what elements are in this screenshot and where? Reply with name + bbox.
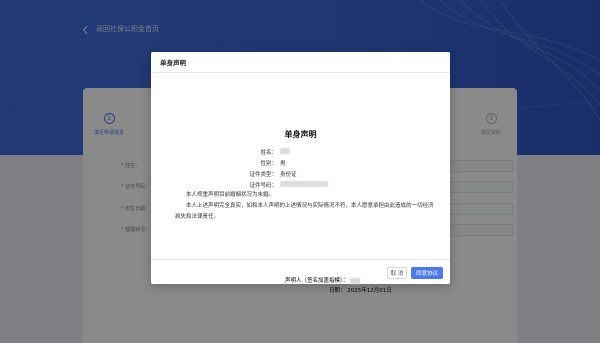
- document-heading: 单身声明: [284, 129, 317, 139]
- info-row-id-type: 证件类型： 身份证: [201, 170, 401, 179]
- info-value-gender: 男: [280, 161, 286, 167]
- agree-button[interactable]: 同意协议: [411, 267, 443, 279]
- info-key-id-number: 证件号码：: [249, 183, 277, 189]
- info-row-name: 姓名：: [201, 148, 401, 157]
- modal-footer: 取 消 同意协议: [151, 259, 450, 284]
- info-key-id-type: 证件类型：: [249, 172, 277, 178]
- date-value: 2025年12月01日: [347, 288, 392, 294]
- redacted-id-number: [280, 181, 328, 187]
- info-value-id-type: 身份证: [280, 172, 297, 178]
- modal-title: 单身声明: [160, 59, 186, 67]
- declaration-modal: 单身声明 单身声明 姓名： 性别： 男 证件类型： 身份证 证件号码： 本人郑重…: [151, 52, 450, 294]
- date-label: 日期：: [329, 288, 346, 294]
- modal-header: 单身声明: [151, 52, 450, 73]
- date-row: 日期： 2025年12月01日: [329, 286, 392, 294]
- info-value-name: [280, 148, 290, 155]
- info-key-name: 姓名：: [260, 150, 277, 156]
- info-key-gender: 性别：: [260, 161, 277, 167]
- modal-body: 单身声明 姓名： 性别： 男 证件类型： 身份证 证件号码： 本人郑重声明目前婚…: [151, 73, 450, 259]
- cancel-button[interactable]: 取 消: [387, 267, 407, 279]
- redacted-name: [280, 148, 290, 154]
- declaration-paragraph-1: 本人郑重声明目前婚姻状况为未婚。: [186, 192, 275, 198]
- info-row-id-number: 证件号码：: [201, 181, 401, 190]
- declaration-paragraph-2: 本人上述声明完全真实，如和本人声明的上述情况与实际情况不符，本人愿意承担由此造成…: [175, 203, 434, 220]
- info-value-id-number: [280, 181, 328, 188]
- info-row-gender: 性别： 男: [201, 159, 401, 168]
